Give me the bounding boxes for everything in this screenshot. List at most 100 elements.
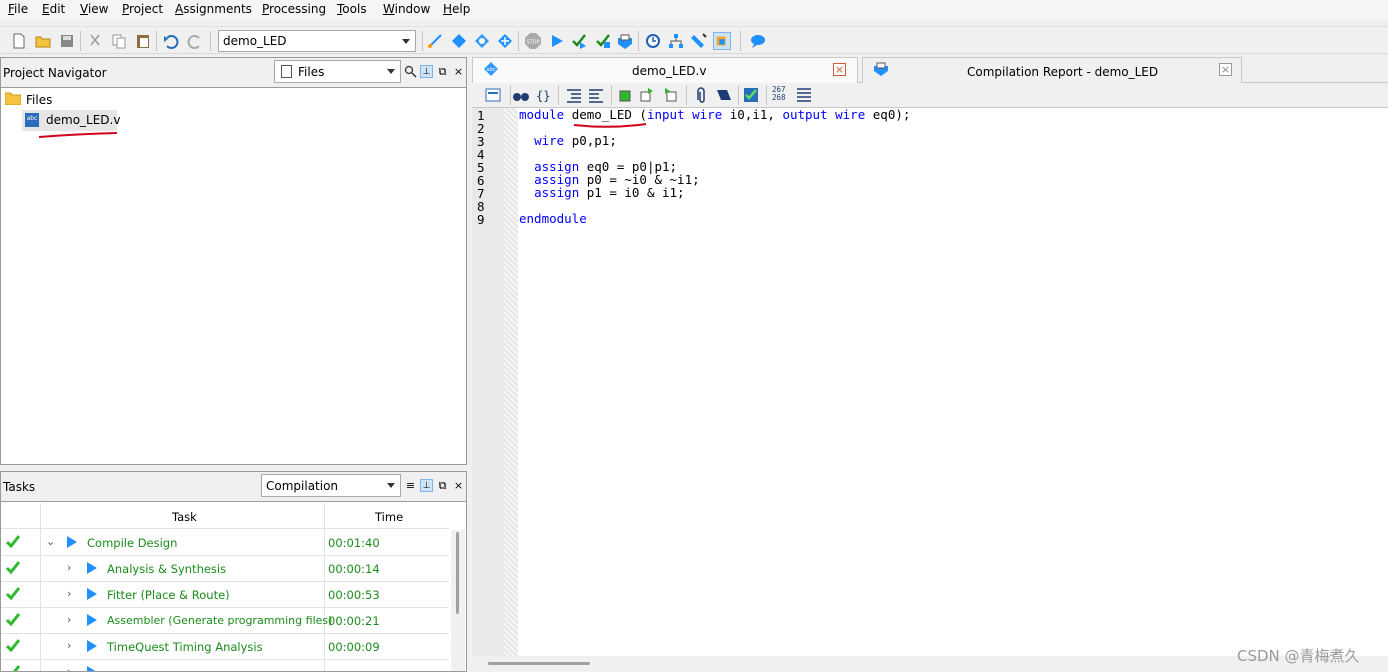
menu-file[interactable]: File	[8, 2, 28, 16]
menu-view[interactable]: View	[80, 2, 108, 16]
menu-help[interactable]: Help	[443, 2, 470, 16]
keyword: input wire	[646, 107, 723, 122]
chevron-right-icon[interactable]: ›	[67, 639, 71, 652]
play-icon[interactable]	[87, 614, 97, 626]
comment-icon[interactable]	[715, 86, 733, 104]
undo-icon[interactable]	[162, 32, 180, 50]
task-row-timequest[interactable]: › TimeQuest Timing Analysis 00:00:09	[1, 634, 449, 660]
start-compilation-icon[interactable]	[548, 32, 566, 50]
menu-assignments[interactable]: Assignments	[175, 2, 252, 16]
stop-icon[interactable]: STOP	[524, 32, 542, 50]
pin-planner-icon[interactable]	[426, 32, 444, 50]
assignment-editor-icon[interactable]	[450, 32, 468, 50]
tab-demo-led-label: demo_LED.v	[632, 64, 707, 78]
chevron-right-icon[interactable]: ›	[67, 587, 71, 600]
tab-demo-led[interactable]: abc demo_LED.v ×	[472, 57, 858, 83]
copy-icon[interactable]	[110, 32, 128, 50]
programmer-icon[interactable]	[690, 32, 708, 50]
entity-combo[interactable]: demo_LED	[218, 30, 416, 52]
attach-icon[interactable]	[692, 86, 710, 104]
paste-icon[interactable]	[134, 32, 152, 50]
save-icon[interactable]	[58, 32, 76, 50]
chat-bubble-icon[interactable]	[749, 32, 767, 50]
insert-template-icon[interactable]	[616, 86, 634, 104]
find-binoculars-icon[interactable]	[512, 86, 530, 104]
list-lines-icon[interactable]	[795, 86, 813, 104]
play-icon[interactable]	[67, 536, 77, 548]
flow-combo[interactable]: Compilation	[261, 474, 401, 497]
float-window-icon[interactable]: ⧉	[436, 65, 449, 78]
unindent-icon[interactable]	[587, 86, 605, 104]
chevron-down-icon	[402, 39, 410, 44]
line-number-toggle[interactable]: 267 268	[772, 86, 790, 104]
list-menu-icon[interactable]: ≡	[404, 479, 417, 492]
chevron-right-icon[interactable]: ›	[67, 613, 71, 626]
file-item-demo-led[interactable]: abc demo_LED.v	[22, 110, 120, 131]
menu-window[interactable]: Window	[383, 2, 430, 16]
checkmark-icon	[5, 639, 21, 653]
verilog-file-icon: abc	[25, 113, 39, 127]
open-folder-icon[interactable]	[34, 32, 52, 50]
chevron-down-icon[interactable]: ⌄	[46, 535, 55, 548]
design-space-icon[interactable]	[713, 32, 731, 50]
tasks-table-header: Task Time	[1, 503, 449, 671]
task-row-fitter[interactable]: › Fitter (Place & Route) 00:00:53	[1, 582, 449, 608]
menu-tools[interactable]: Tools	[337, 2, 367, 16]
analysis-synthesis-icon[interactable]	[570, 32, 588, 50]
play-icon[interactable]	[87, 562, 97, 574]
indent-icon[interactable]	[565, 86, 583, 104]
assembler-icon[interactable]	[616, 32, 634, 50]
close-icon[interactable]: ×	[1219, 63, 1232, 76]
find-bracket-icon[interactable]: {}	[534, 86, 552, 104]
project-navigator-header: Project Navigator Files ⊥ ⧉ ×	[1, 58, 466, 88]
red-underline-annotation	[573, 123, 647, 128]
line-number: 9	[477, 212, 485, 227]
code-text: p0,p1;	[564, 133, 617, 148]
fold-margin	[504, 108, 518, 656]
task-time: 00:00:53	[328, 588, 380, 602]
play-icon[interactable]	[87, 640, 97, 652]
tasks-scrollbar[interactable]	[451, 530, 465, 671]
menu-project[interactable]: Project	[122, 2, 163, 16]
timing-analyzer-icon[interactable]	[644, 32, 662, 50]
column-header-task[interactable]: Task	[172, 510, 197, 524]
new-file-icon[interactable]	[10, 32, 28, 50]
bookmark-icon[interactable]	[638, 86, 656, 104]
search-icon[interactable]	[404, 65, 417, 78]
task-row-analysis-synthesis[interactable]: › Analysis & Synthesis 00:00:14	[1, 556, 449, 582]
task-row-compile-design[interactable]: ⌄ Compile Design 00:01:40	[1, 530, 449, 556]
float-window-icon[interactable]: ⧉	[436, 479, 449, 492]
play-icon[interactable]	[87, 588, 97, 600]
fitter-icon[interactable]	[594, 32, 612, 50]
checkmark-icon	[5, 587, 21, 601]
chip-planner-icon[interactable]	[496, 32, 514, 50]
menu-edit[interactable]: Edit	[42, 2, 65, 16]
chevron-right-icon[interactable]: ›	[67, 665, 71, 671]
settings-diamond-icon[interactable]	[473, 32, 491, 50]
redo-icon[interactable]	[186, 32, 204, 50]
editor-h-scrollbar-thumb[interactable]	[488, 662, 590, 665]
pin-icon[interactable]: ⊥	[420, 479, 433, 492]
close-icon[interactable]: ×	[833, 63, 846, 76]
tasks-scrollbar-thumb[interactable]	[456, 532, 459, 614]
syntax-check-icon[interactable]	[742, 86, 760, 104]
editor-tab-bar: abc demo_LED.v × Compilation Report - de…	[472, 57, 1388, 83]
play-icon[interactable]	[87, 666, 97, 671]
pin-icon[interactable]: ⊥	[420, 65, 433, 78]
keyword: assign	[534, 185, 580, 200]
netlist-viewer-icon[interactable]	[667, 32, 685, 50]
show-all-icon[interactable]	[484, 86, 502, 104]
tasks-panel: Tasks Compilation ≡ ⊥ ⧉ × Task Time ⌄ Co…	[0, 471, 467, 672]
tab-compilation-report[interactable]: Compilation Report - demo_LED ×	[862, 57, 1242, 83]
next-bookmark-icon[interactable]	[662, 86, 680, 104]
column-header-time[interactable]: Time	[375, 510, 403, 524]
close-icon[interactable]: ×	[452, 65, 465, 78]
task-row-assembler[interactable]: › Assembler (Generate programming files)…	[1, 608, 449, 634]
folder-icon	[5, 92, 21, 105]
chevron-right-icon[interactable]: ›	[67, 561, 71, 574]
navigator-view-combo[interactable]: Files	[274, 60, 401, 83]
chevron-down-icon	[387, 483, 395, 488]
close-icon[interactable]: ×	[452, 479, 465, 492]
menu-processing[interactable]: Processing	[262, 2, 326, 16]
cut-icon[interactable]	[86, 32, 104, 50]
